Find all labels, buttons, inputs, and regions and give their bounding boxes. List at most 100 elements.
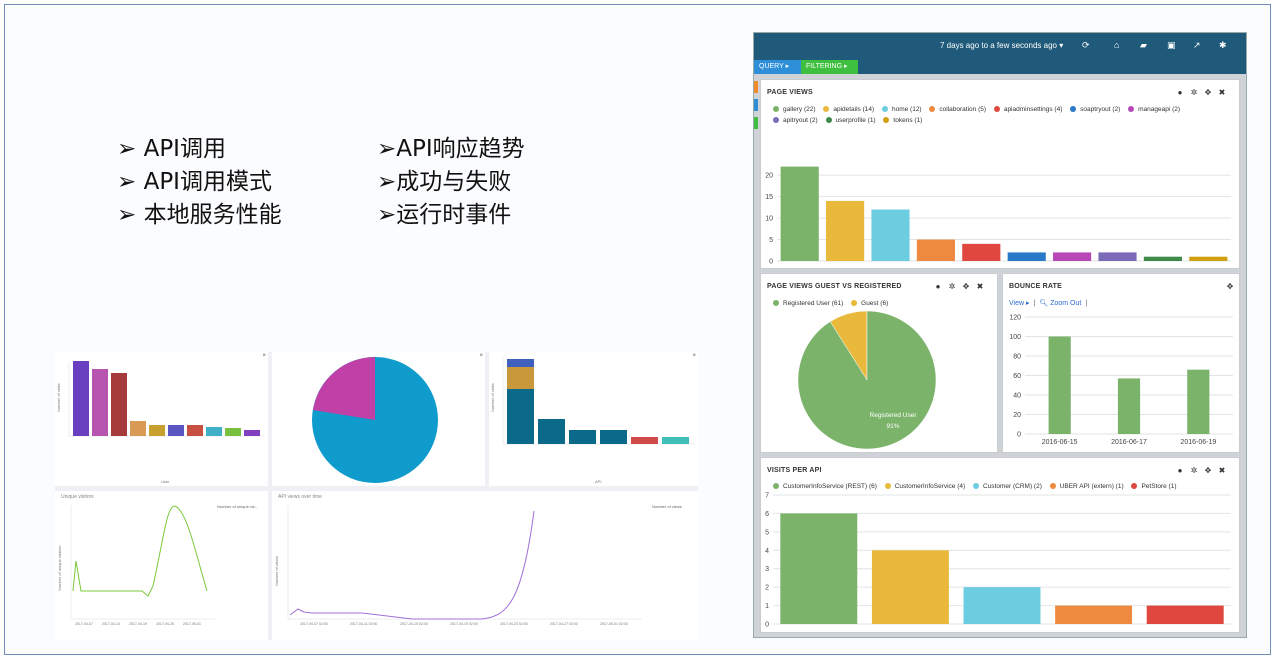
gear-icon[interactable]: ✱ (1219, 40, 1227, 50)
close-icon[interactable]: × (692, 353, 696, 359)
tick-label: 2017-04-27 02:00 (550, 622, 578, 626)
y-tick-label: 3 (765, 566, 769, 573)
bullet-item: ➢运行时事件 (377, 202, 512, 228)
bullet-item: ➢API响应趋势 (377, 136, 525, 162)
slice-percent: 91% (886, 423, 899, 430)
tick-label: 2017-04-19 (129, 622, 147, 626)
y-tick-label: 20 (1013, 412, 1021, 419)
x-tick-label: 2016-06-17 (1111, 439, 1147, 446)
y-tick-label: 1 (765, 603, 769, 610)
bullet-item: ➢ API调用 (117, 136, 226, 162)
xlabel-text: API (595, 479, 601, 484)
analytics-dashboard: 7 days ago to a few seconds ago ▾ ⟳ ⌂ ▰ … (753, 32, 1247, 638)
guest-vs-registered-card: PAGE VIEWS GUEST VS REGISTERED ● ✲ ✥ ✖ Regi… (760, 273, 998, 453)
tick-label: 2017-04-11 02:00 (350, 622, 377, 626)
bar (871, 209, 910, 261)
save-icon[interactable]: ▣ (1167, 40, 1176, 50)
ylabel-text: Number of visits (56, 383, 61, 412)
y-tick-label: 7 (765, 493, 769, 500)
y-tick-label: 5 (769, 237, 773, 244)
panel-title: API views over time (278, 494, 322, 500)
bounce-rate-chart: 0 20 40 60 80 100 120 2016-06-15 2016-06-17 2016-… (1009, 315, 1233, 446)
bar (1189, 256, 1228, 261)
tick-label: 2017-05-01 (183, 622, 201, 626)
ylabel-text: Number of unique visitors (57, 546, 62, 591)
y-tick-label: 0 (769, 259, 773, 266)
bar (1117, 378, 1141, 434)
y-tick-label: 60 (1013, 373, 1021, 380)
bar (1007, 252, 1046, 261)
tick-label: 2017-04-23 02:00 (500, 622, 528, 626)
close-icon[interactable]: × (479, 353, 483, 359)
side-tab-marker[interactable] (754, 99, 758, 111)
unique-visitors-panel: Unique visitors Number of unique vis... … (55, 491, 268, 640)
refresh-icon[interactable]: ⟳ (1082, 40, 1090, 50)
bar (1048, 336, 1071, 434)
ylabel-text: Number of views (274, 556, 279, 586)
analytics-collage: Number of visits User × × Number of visi… (55, 352, 698, 640)
collage-pie-chart (312, 357, 438, 483)
slide: ➢ API调用 ➢ API调用模式 ➢ 本地服务性能 ➢API响应趋势 ➢成功与… (4, 4, 1271, 655)
bar (963, 587, 1041, 624)
legend-text: Number of views (652, 504, 682, 509)
y-tick-label: 5 (765, 529, 769, 536)
guest-pie-chart: Registered User 91% (797, 310, 937, 450)
tick-label: 2017-04-07 (75, 622, 93, 626)
tick-label: 2017-04-13 (102, 622, 120, 626)
y-tick-label: 10 (765, 216, 773, 223)
tick-label: 2017-04-07 02:00 (300, 622, 328, 626)
user-visits-panel: Number of visits User × (55, 352, 268, 486)
y-tick-label: 15 (765, 194, 773, 201)
y-tick-label: 2 (765, 585, 769, 592)
bullet-item: ➢成功与失败 (377, 169, 512, 195)
bar (1053, 252, 1092, 261)
x-tick-label: 2016-06-15 (1042, 439, 1078, 446)
pie-slice (797, 310, 937, 450)
bar (1187, 369, 1210, 434)
pie-panel: × (272, 352, 485, 486)
tick-label: 2017-04-19 02:00 (450, 622, 478, 626)
y-tick-label: 40 (1013, 393, 1021, 400)
bar (962, 243, 1001, 261)
visits-per-api-card: VISITS PER API ● ✲ ✥ ✖ CustomerInfoService … (760, 457, 1240, 633)
bar (780, 513, 858, 624)
folder-icon[interactable]: ▰ (1140, 40, 1147, 50)
y-tick-label: 120 (1009, 315, 1021, 322)
bullet-item: ➢ 本地服务性能 (117, 202, 282, 228)
bar (871, 550, 949, 624)
user-visits-chart: Number of visits User (56, 361, 265, 484)
top-toolbar: 7 days ago to a few seconds ago ▾ ⟳ ⌂ ▰ … (754, 33, 1246, 60)
y-tick-label: 0 (765, 622, 769, 629)
date-range-dropdown[interactable]: 7 days ago to a few seconds ago ▾ (940, 41, 1063, 50)
bar (916, 239, 955, 261)
bar (1098, 252, 1137, 261)
tick-label: 2017-04-15 02:00 (400, 622, 428, 626)
y-tick-label: 0 (1017, 432, 1021, 439)
y-tick-label: 4 (765, 548, 769, 555)
xlabel-text: User (161, 479, 170, 484)
side-tab-marker[interactable] (754, 117, 758, 129)
share-icon[interactable]: ↗ (1193, 40, 1201, 50)
home-icon[interactable]: ⌂ (1114, 40, 1119, 50)
bar (1146, 605, 1224, 624)
bounce-rate-card: BOUNCE RATE ✥ View ▸ | 🔍︎ Zoom Out | 0 20 40 6… (1002, 273, 1240, 453)
tab-filtering[interactable]: FILTERING ▸ (801, 60, 858, 74)
bullet-item: ➢ API调用模式 (117, 169, 272, 195)
unique-visitors-chart: Number of unique visitors 2017-04-07 201… (57, 505, 215, 626)
bar (1055, 605, 1133, 624)
bullet-list-left: ➢ API调用 ➢ API调用模式 ➢ 本地服务性能 (117, 133, 282, 232)
legend-text: Number of unique vis... (217, 504, 259, 509)
api-visits-panel: Number of visits API × (489, 352, 698, 486)
page-views-card: PAGE VIEWS ● ✲ ✥ ✖ gallery (22) apidetails … (760, 79, 1240, 269)
ylabel-text: Number of visits (490, 383, 495, 412)
y-tick-label: 6 (765, 511, 769, 518)
bar (1143, 256, 1182, 261)
slice-label: Registered User (870, 412, 918, 419)
tab-query[interactable]: QUERY ▸ (754, 60, 801, 74)
bar (826, 200, 865, 261)
side-tab-marker[interactable] (754, 81, 758, 93)
panel-title: Unique visitors (61, 494, 94, 500)
visits-per-api-chart: 0 1 2 3 4 5 6 7 (765, 493, 1231, 629)
api-visits-chart: Number of visits API (490, 357, 695, 484)
close-icon[interactable]: × (262, 353, 266, 359)
